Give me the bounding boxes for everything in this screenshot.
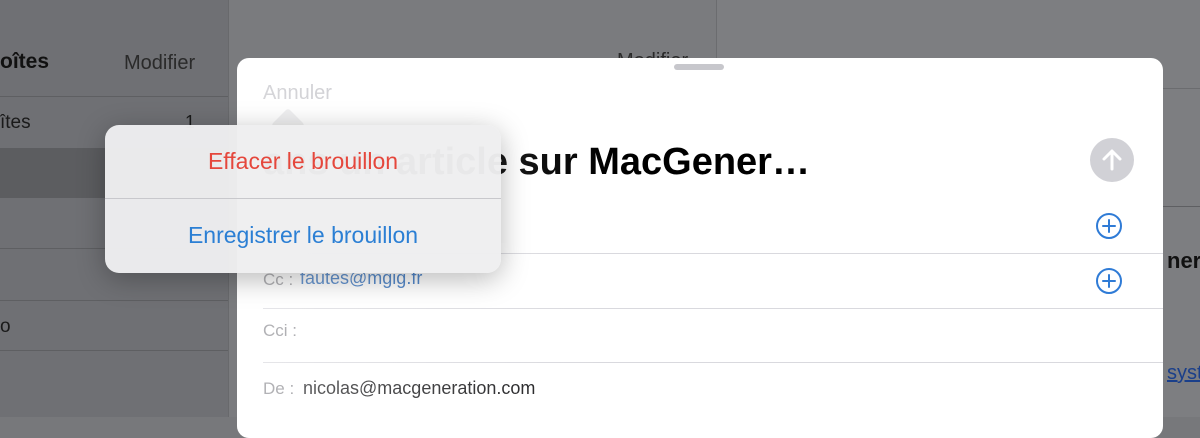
bcc-field[interactable]: Cci :	[263, 308, 1163, 363]
add-contact-icon	[1102, 274, 1116, 288]
mailboxes-header-divider	[0, 44, 228, 97]
delete-draft-button[interactable]: Effacer le brouillon	[105, 125, 501, 198]
add-contact-icon	[1102, 219, 1116, 233]
draft-action-popover: Effacer le brouillon Enregistrer le brou…	[105, 125, 501, 273]
mailbox-row-label: îtes	[0, 112, 31, 133]
from-value[interactable]: nicolas@macgeneration.com	[303, 378, 535, 399]
bcc-label: Cci :	[263, 321, 297, 340]
send-arrow-up-icon	[1102, 149, 1122, 171]
add-cc-button[interactable]	[1096, 268, 1122, 294]
mailbox-row[interactable]: o	[0, 298, 228, 351]
cancel-button[interactable]: Annuler	[263, 82, 332, 105]
save-draft-button[interactable]: Enregistrer le brouillon	[105, 199, 501, 272]
reader-divider	[1163, 206, 1200, 207]
send-button[interactable]	[1090, 138, 1134, 182]
from-field[interactable]: De : nicolas@macgeneration.com	[263, 362, 1163, 417]
reader-link-fragment[interactable]: syste	[1167, 362, 1200, 385]
cc-label: Cc :	[263, 270, 294, 289]
add-recipient-button[interactable]	[1096, 213, 1122, 239]
from-label: De :	[263, 379, 295, 398]
sheet-grabber[interactable]	[674, 64, 724, 70]
reader-heading-fragment: nera	[1167, 248, 1200, 273]
mailbox-row-label: o	[0, 316, 11, 337]
